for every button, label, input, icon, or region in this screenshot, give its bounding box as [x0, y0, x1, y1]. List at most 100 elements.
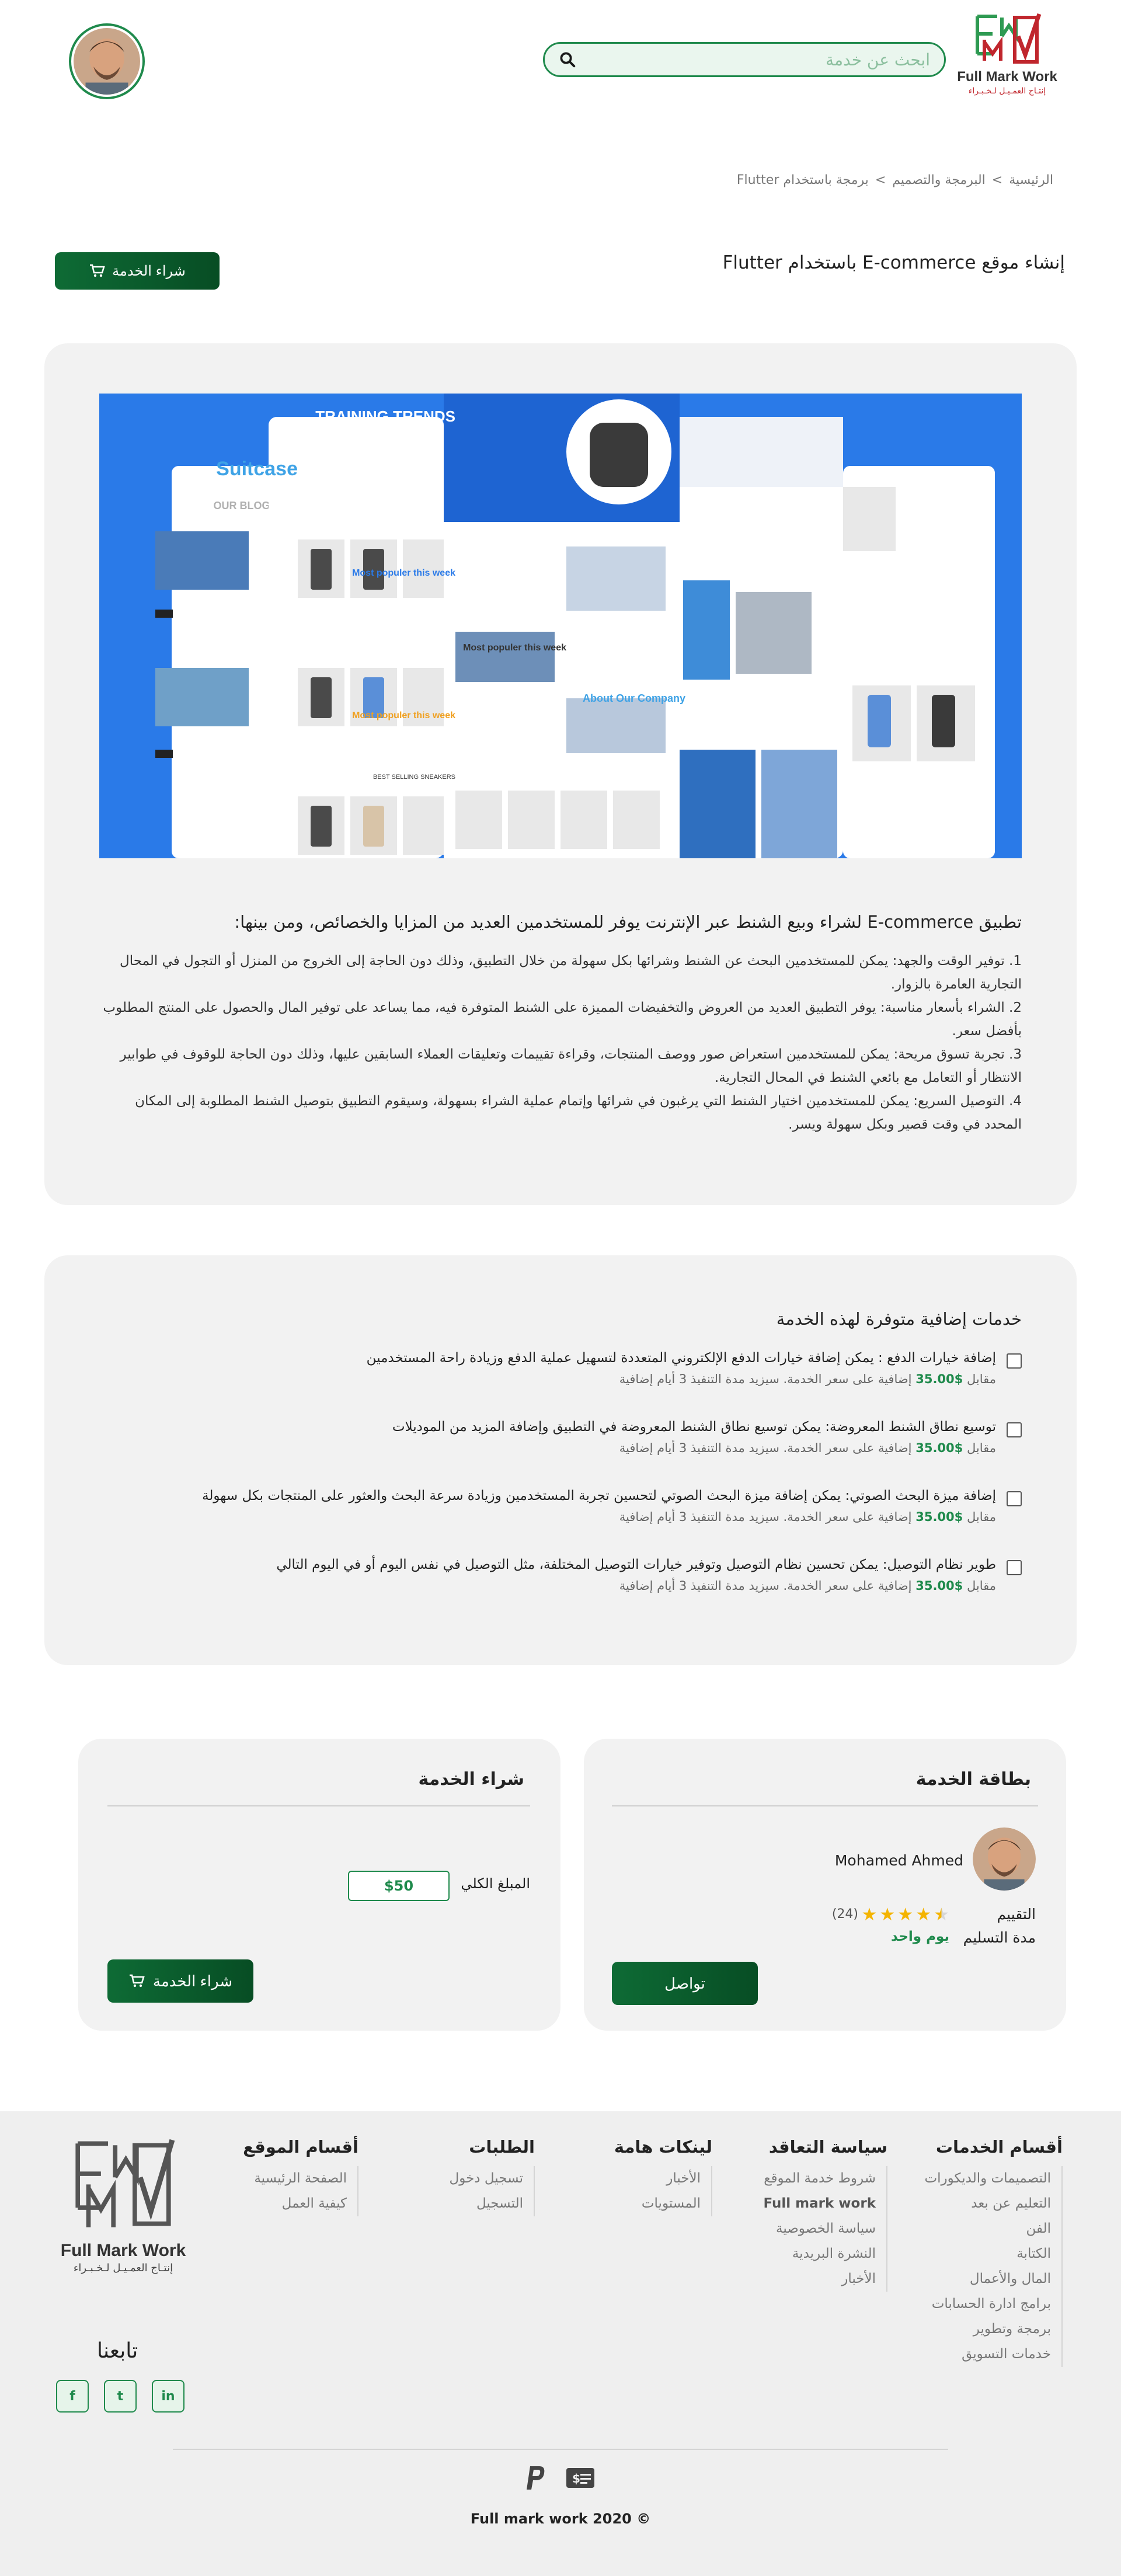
logo-subtext: إنتـاج العمـيـل لـخـبـراء	[968, 86, 1046, 96]
addon-title: إضافة خيارات الدفع : يمكن إضافة خيارات ا…	[366, 1350, 996, 1366]
search-bar[interactable]	[543, 42, 946, 77]
description-item: 2. الشراء بأسعار مناسبة: يوفر التطبيق ال…	[103, 1000, 1022, 1039]
description-item: 3. تجربة تسوق مريحة: يمكن للمستخدمين است…	[120, 1047, 1022, 1085]
footer-link[interactable]: الكتابة	[924, 2241, 1051, 2267]
mockup-about: About Our Company	[583, 692, 685, 704]
addon-meta: مقابل $35.00 إضافية على سعر الخدمة. سيزي…	[619, 1510, 996, 1524]
footer-column-title: سياسة التعاقد	[768, 2137, 887, 2157]
logo-text: Full Mark Work	[957, 69, 1057, 85]
addon-item: إضافة خيارات الدفع : يمكن إضافة خيارات ا…	[99, 1348, 1022, 1386]
addon-title: إضافة ميزة البحث الصوتي: يمكن إضافة ميزة…	[202, 1488, 996, 1503]
footer-link[interactable]: التصميمات والديكورات	[924, 2166, 1051, 2191]
breadcrumb-separator: >	[991, 173, 1003, 187]
purchase-card-title: شراء الخدمة	[418, 1769, 525, 1790]
footer-link[interactable]: Full mark work	[763, 2191, 876, 2216]
site-logo[interactable]: Full Mark Work إنتـاج العمـيـل لـخـبـراء	[957, 13, 1057, 112]
addons-title: خدمات إضافية متوفرة لهذه الخدمة	[776, 1309, 1022, 1329]
addon-checkbox[interactable]	[1007, 1422, 1022, 1437]
footer-link[interactable]: تسجيل دخول	[450, 2166, 524, 2191]
breadcrumb-home[interactable]: الرئيسية	[1009, 173, 1053, 187]
delivery-label: مدة التسليم	[963, 1929, 1036, 1946]
footer-column-title: أقسام الخدمات	[935, 2137, 1063, 2157]
addon-price: $35.00	[915, 1510, 963, 1524]
facebook-icon[interactable]: f	[56, 2380, 89, 2413]
footer-link[interactable]: الفن	[924, 2216, 1051, 2241]
addon-item: إضافة ميزة البحث الصوتي: يمكن إضافة ميزة…	[99, 1485, 1022, 1524]
footer-link[interactable]: المستويات	[614, 2191, 701, 2216]
twitter-icon[interactable]: t	[104, 2380, 137, 2413]
linkedin-icon[interactable]: in	[152, 2380, 184, 2413]
avatar-photo-icon	[74, 28, 140, 95]
card-divider	[612, 1805, 1038, 1806]
logo-icon	[976, 13, 1042, 64]
addon-title: توسيع نطاق الشنط المعروضة: يمكن توسيع نط…	[392, 1419, 996, 1435]
footer-link[interactable]: شروط خدمة الموقع	[763, 2166, 876, 2191]
contact-button[interactable]: تواصل	[612, 1962, 758, 2005]
payment-methods: $	[524, 2465, 596, 2491]
seller-avatar[interactable]	[973, 1827, 1036, 1891]
page-title: إنشاء موقع E-commerce باستخدام Flutter	[722, 252, 1065, 273]
purchase-button-label: شراء الخدمة	[152, 1972, 233, 1990]
breadcrumb-current[interactable]: برمجة باستخدام Flutter	[737, 173, 869, 187]
purchase-button[interactable]: شراء الخدمة	[107, 1959, 253, 2003]
footer-link[interactable]: برامج ادارة الحسابات	[924, 2292, 1051, 2317]
addon-price: $35.00	[915, 1372, 963, 1386]
footer-link[interactable]: سياسة الخصوصية	[763, 2216, 876, 2241]
footer-logo-subtext: إنتـاج العمـيـل لـخـبـراء	[73, 2262, 173, 2274]
addon-meta: مقابل $35.00 إضافية على سعر الخدمة. سيزي…	[619, 1579, 996, 1593]
footer-link[interactable]: الأخبار	[614, 2166, 701, 2191]
mockup-popular-3: Most populer this week	[352, 711, 455, 720]
footer-column-title: لينكات هامة	[614, 2137, 712, 2157]
paypal-icon	[527, 2466, 545, 2490]
search-input[interactable]	[576, 50, 930, 69]
follow-us-title: تابعنا	[97, 2339, 138, 2363]
description-list: 1. توفير الوقت والجهد: يمكن للمستخدمين ا…	[99, 949, 1022, 1136]
star-icon: ★	[879, 1905, 896, 1925]
delivery-value: يوم واحد	[891, 1929, 949, 1944]
star-icon: ★	[915, 1905, 932, 1925]
footer-column-policy: سياسة التعاقد شروط خدمة الموقع Full mark…	[763, 2137, 887, 2292]
card-divider	[107, 1805, 530, 1806]
footer-link[interactable]: برمجة وتطوير	[924, 2317, 1051, 2342]
footer-link[interactable]: كيفية العمل	[243, 2191, 347, 2216]
mockup-popular-2: Most populer this week	[463, 643, 566, 653]
search-icon[interactable]	[559, 51, 576, 68]
footer-link[interactable]: التسجيل	[450, 2191, 523, 2216]
breadcrumb-category[interactable]: البرمجة والتصميم	[892, 173, 986, 187]
footer-link[interactable]: الأخبار	[763, 2267, 876, 2292]
user-avatar[interactable]	[69, 23, 145, 99]
footer-link[interactable]: الصفحة الرئيسية	[243, 2166, 347, 2191]
seller-photo-icon	[973, 1827, 1036, 1891]
breadcrumb-separator: >	[875, 173, 886, 187]
seller-name[interactable]: Mohamed Ahmed	[835, 1852, 963, 1869]
service-card-title: بطاقة الخدمة	[915, 1769, 1031, 1790]
half-star-icon: ★	[934, 1905, 949, 1925]
footer-logo[interactable]: Full Mark Work إنتـاج العمـيـل لـخـبـراء	[58, 2138, 188, 2290]
buy-service-button[interactable]: شراء الخدمة	[55, 252, 220, 290]
rating-label: التقييم	[997, 1906, 1036, 1923]
footer-link[interactable]: المال والأعمال	[924, 2267, 1051, 2292]
description-title: تطبيق E-commerce لشراء وبيع الشنط عبر ال…	[234, 912, 1022, 932]
cart-icon	[129, 1974, 145, 1987]
logo-icon	[75, 2139, 175, 2227]
rating-count: (24)	[831, 1907, 858, 1921]
mockup-blog-label: OUR BLOG	[214, 500, 270, 511]
footer-column-title: الطلبات	[469, 2137, 535, 2157]
addon-checkbox[interactable]	[1007, 1560, 1022, 1575]
footer-divider	[173, 2449, 948, 2450]
footer-link[interactable]: النشرة البريدية	[763, 2241, 876, 2267]
footer-link[interactable]: خدمات التسويق	[924, 2342, 1051, 2367]
addon-item: توسيع نطاق الشنط المعروضة: يمكن توسيع نط…	[99, 1416, 1022, 1455]
service-preview-image: OUR BLOG Suitcase TRAINING TRENDS Most p…	[99, 394, 1022, 858]
addon-meta: مقابل $35.00 إضافية على سعر الخدمة. سيزي…	[619, 1372, 996, 1386]
addon-checkbox[interactable]	[1007, 1353, 1022, 1369]
copyright: Full mark work 2020 ©	[470, 2511, 651, 2527]
footer-column-services: أقسام الخدمات التصميمات والديكورات التعل…	[924, 2137, 1063, 2367]
footer-column-title: أقسام الموقع	[243, 2137, 358, 2157]
mockup-popular-1: Most populer this week	[352, 568, 455, 578]
description-item: 4. التوصيل السريع: يمكن للمستخدمين اختيا…	[135, 1094, 1022, 1132]
footer-link[interactable]: التعليم عن بعد	[924, 2191, 1051, 2216]
mockup-brand: Suitcase	[216, 458, 298, 480]
addon-checkbox[interactable]	[1007, 1491, 1022, 1506]
addon-meta: مقابل $35.00 إضافية على سعر الخدمة. سيزي…	[619, 1441, 996, 1455]
